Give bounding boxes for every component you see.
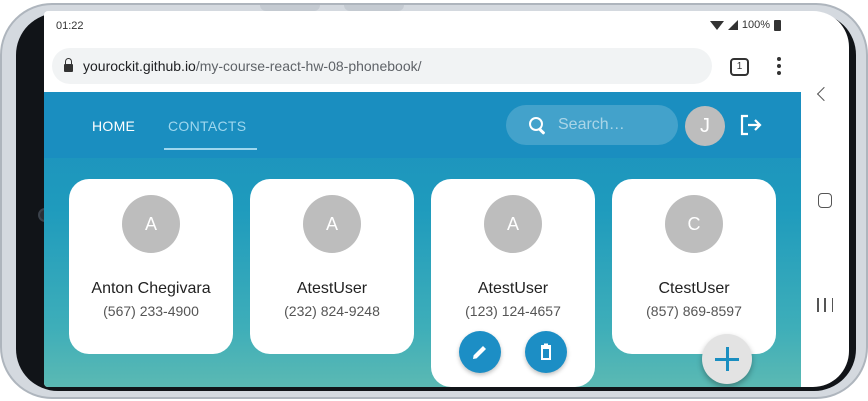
contact-phone: (857) 869-8597 (646, 303, 742, 319)
add-contact-button[interactable] (702, 334, 752, 384)
url-path: /my-course-react-hw-08-phonebook/ (195, 58, 422, 74)
search-icon (528, 116, 546, 134)
delete-icon (541, 343, 551, 360)
active-tab-indicator (164, 148, 257, 150)
contact-avatar: A (484, 195, 542, 253)
browser-menu-icon[interactable] (777, 57, 781, 77)
contact-card[interactable]: A AtestUser (232) 824-9248 (250, 179, 414, 354)
contact-avatar: A (303, 195, 361, 253)
contact-name: CtestUser (658, 280, 730, 297)
home-icon[interactable] (818, 193, 832, 208)
url-host: yourockit.github.io (83, 58, 196, 74)
tab-switcher-button[interactable]: 1 (730, 58, 749, 76)
battery-icon (774, 19, 781, 31)
address-bar[interactable]: yourockit.github.io /my-course-react-hw-… (52, 48, 712, 84)
contact-name: AtestUser (477, 280, 549, 297)
contact-phone: (232) 824-9248 (284, 303, 380, 319)
contact-avatar: C (665, 195, 723, 253)
nav-home-link[interactable]: HOME (92, 118, 135, 134)
nav-contacts-link[interactable]: CONTACTS (168, 118, 246, 134)
status-time: 01:22 (56, 20, 84, 32)
signal-icon (727, 20, 738, 30)
edit-contact-button[interactable] (459, 331, 501, 373)
logout-icon[interactable] (739, 114, 763, 136)
contact-phone: (123) 124-4657 (465, 303, 561, 319)
contact-card[interactable]: A Anton Chegivara (567) 233-4900 (69, 179, 233, 354)
contact-card-active[interactable]: A AtestUser (123) 124-4657 (431, 179, 595, 387)
contact-name: Anton Chegivara (91, 280, 211, 297)
contact-card[interactable]: C CtestUser (857) 869-8597 (612, 179, 776, 354)
delete-contact-button[interactable] (525, 331, 567, 373)
app-content: HOME CONTACTS J A Anton Chegivara (567) … (44, 92, 801, 387)
search-input[interactable] (558, 116, 658, 134)
app-bar: HOME CONTACTS J (44, 92, 801, 158)
user-avatar[interactable]: J (685, 106, 725, 146)
contact-phone: (567) 233-4900 (103, 303, 199, 319)
search-box[interactable] (506, 105, 678, 145)
wifi-icon (709, 20, 724, 30)
contact-avatar: A (122, 195, 180, 253)
android-nav-bar (801, 11, 849, 387)
contact-name: AtestUser (296, 280, 368, 297)
status-indicators: 100% (709, 19, 781, 31)
status-bar: 01:22 100% (44, 11, 801, 41)
recent-apps-icon[interactable] (817, 298, 833, 312)
edit-icon (473, 346, 486, 359)
back-icon[interactable] (816, 86, 832, 102)
lock-icon (64, 58, 73, 72)
battery-percent: 100% (741, 19, 770, 31)
screen: 01:22 100% yourockit.github.io /my-cours… (44, 11, 801, 387)
